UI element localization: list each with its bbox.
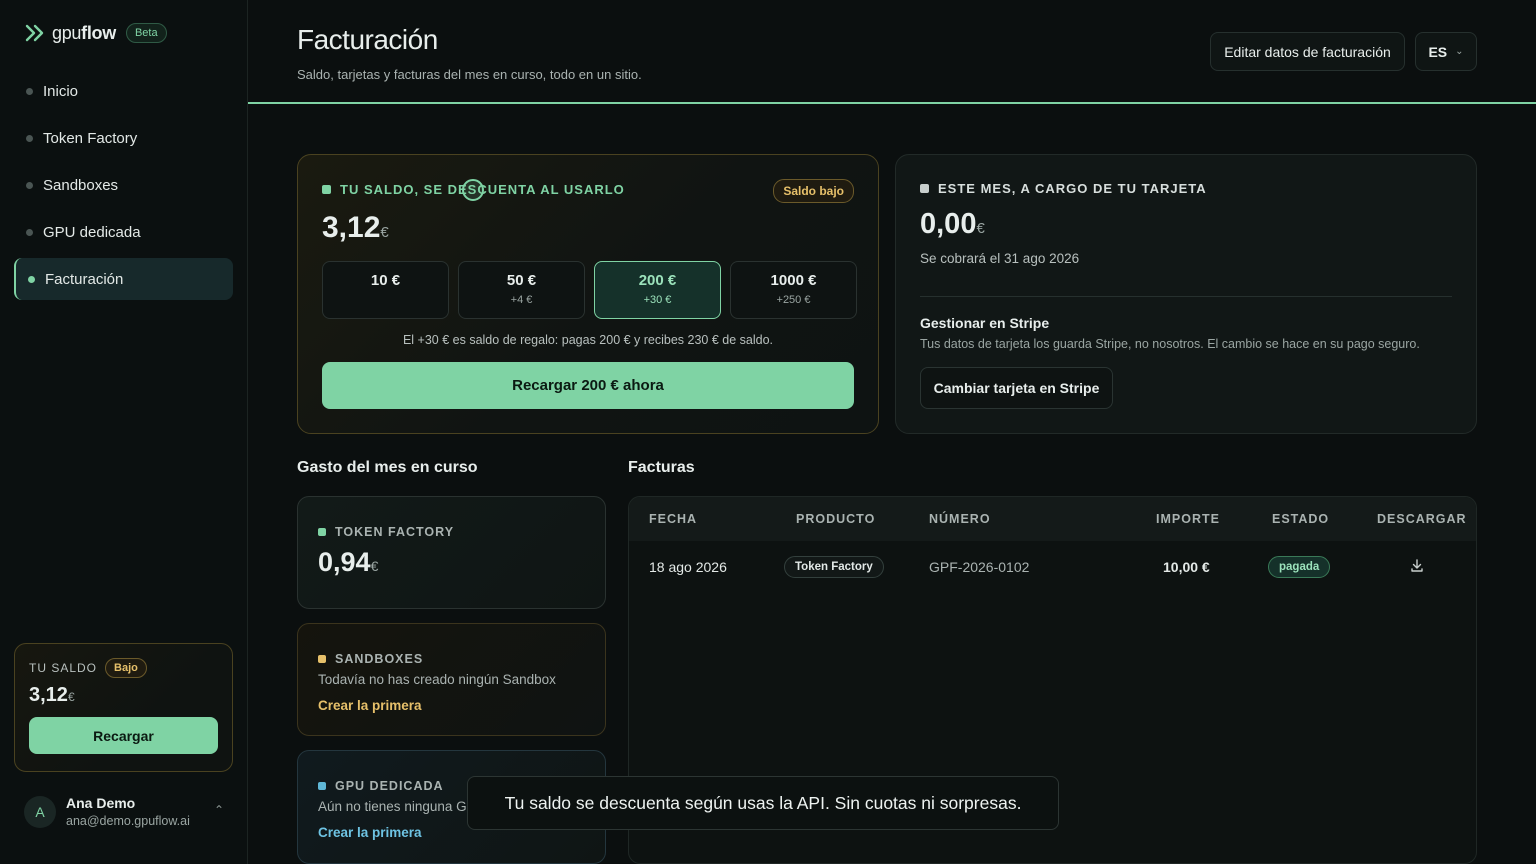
token-factory-indicator (318, 528, 326, 536)
stripe-title: Gestionar en Stripe (920, 315, 1050, 331)
card-charges-card: ESTE MES, A CARGO DE TU TARJETA 0,00€ Se… (895, 154, 1477, 434)
sidebar-nav: Inicio Token Factory Sandboxes GPU dedic… (14, 70, 233, 305)
spend-label: SANDBOXES (335, 652, 424, 666)
sidebar-item-label: Facturación (45, 270, 124, 288)
sidebar-item-inicio[interactable]: Inicio (14, 70, 233, 112)
sidebar-item-token-factory[interactable]: Token Factory (14, 117, 233, 159)
user-name: Ana Demo (66, 795, 136, 811)
gpu-indicator (318, 782, 326, 790)
balance-indicator (322, 185, 331, 194)
invoice-date: 18 ago 2026 (649, 559, 727, 575)
recharge-option-1000[interactable]: 1000 € +250 € (730, 261, 857, 319)
spend-section-title: Gasto del mes en curso (297, 459, 478, 476)
column-header: PRODUCTO (796, 512, 876, 526)
nav-dot (28, 275, 35, 283)
recharge-option-200[interactable]: 200 € +30 € (594, 261, 721, 319)
nav-dot (26, 134, 33, 142)
column-header: DESCARGAR (1377, 512, 1467, 526)
user-menu[interactable]: A Ana Demo ana@demo.gpuflow.ai ⌃ (24, 795, 224, 828)
sidebar-item-label: Sandboxes (43, 176, 119, 194)
option-bonus: +30 € (643, 294, 672, 306)
beta-badge: Beta (125, 23, 167, 43)
option-bonus: +4 € (510, 294, 533, 306)
chevron-down-icon: ⌄ (1455, 46, 1464, 57)
nav-dot (26, 87, 33, 95)
column-header: ESTADO (1272, 512, 1330, 526)
sidebar: gpuflow Beta Inicio Token Factory Sandbo… (0, 0, 248, 864)
brand-name: gpuflow (52, 22, 116, 43)
sidebar-item-facturacion[interactable]: Facturación (14, 258, 233, 300)
invoice-amount: 10,00 € (1163, 559, 1210, 575)
recharge-option-50[interactable]: 50 € +4 € (458, 261, 585, 319)
page-title: Facturación (297, 24, 438, 55)
recharge-option-10[interactable]: 10 € (322, 261, 449, 319)
empty-state-text: Todavía no has creado ningún Sandbox (318, 672, 556, 687)
spend-amount: 0,94€ (318, 547, 379, 577)
sidebar-balance-card: TU SALDO Bajo 3,12€ Recargar (14, 643, 233, 772)
sandboxes-indicator (318, 655, 326, 663)
brand-logo[interactable]: gpuflow Beta (24, 22, 167, 44)
product-badge: Token Factory (784, 556, 884, 578)
invoices-section-title: Facturas (628, 459, 695, 476)
low-balance-badge: Saldo bajo (773, 179, 854, 203)
divider (920, 296, 1452, 297)
sidebar-recharge-button[interactable]: Recargar (29, 717, 218, 754)
sidebar-item-sandboxes[interactable]: Sandboxes (14, 164, 233, 206)
edit-billing-button[interactable]: Editar datos de facturación (1210, 32, 1405, 71)
download-icon[interactable] (1410, 558, 1424, 574)
create-gpu-link[interactable]: Crear la primera (318, 825, 422, 840)
column-header: FECHA (649, 512, 698, 526)
language-select[interactable]: ES ⌄ (1415, 32, 1477, 71)
sidebar-item-label: GPU dedicada (43, 223, 141, 241)
stripe-description: Tus datos de tarjeta los guarda Stripe, … (920, 337, 1420, 351)
cursor-indicator (462, 179, 484, 201)
table-header: FECHA PRODUCTO NÚMERO IMPORTE ESTADO DES… (629, 497, 1476, 541)
avatar: A (24, 795, 56, 828)
option-value: 50 € (506, 272, 537, 289)
sidebar-balance-label: TU SALDO (29, 661, 98, 675)
table-row[interactable]: 18 ago 2026 Token Factory GPF-2026-0102 … (629, 541, 1476, 593)
double-chevron-right-icon (25, 24, 44, 42)
chevron-up-icon: ⌃ (213, 803, 224, 817)
page-subtitle: Saldo, tarjetas y facturas del mes en cu… (297, 67, 642, 82)
option-bonus: +250 € (776, 294, 811, 306)
sidebar-item-label: Inicio (43, 82, 79, 100)
create-sandbox-link[interactable]: Crear la primera (318, 698, 422, 713)
empty-state-text: Aún no tienes ninguna GPU (318, 799, 486, 814)
spend-card-sandboxes: SANDBOXES Todavía no has creado ningún S… (297, 623, 606, 736)
invoice-number: GPF-2026-0102 (929, 559, 1030, 575)
low-balance-badge: Bajo (105, 658, 147, 678)
change-card-stripe-button[interactable]: Cambiar tarjeta en Stripe (920, 367, 1113, 409)
spend-card-token-factory: TOKEN FACTORY 0,94€ (297, 496, 606, 609)
card-charges-heading: ESTE MES, A CARGO DE TU TARJETA (938, 181, 1207, 196)
bonus-note: El +30 € es saldo de regalo: pagas 200 €… (402, 333, 774, 347)
card-indicator (920, 184, 929, 193)
nav-dot (26, 228, 33, 236)
language-value: ES (1428, 43, 1448, 60)
page-header: Facturación Saldo, tarjetas y facturas d… (248, 0, 1536, 104)
option-value: 10 € (370, 272, 401, 289)
option-value: 1000 € (770, 272, 817, 289)
user-email: ana@demo.gpuflow.ai (66, 814, 190, 828)
sidebar-item-label: Token Factory (43, 129, 138, 147)
option-value: 200 € (638, 272, 677, 289)
sidebar-item-gpu-dedicada[interactable]: GPU dedicada (14, 211, 233, 253)
spend-label: TOKEN FACTORY (335, 525, 455, 539)
column-header: IMPORTE (1156, 512, 1220, 526)
recharge-options: 10 € 50 € +4 € 200 € +30 € 1000 € +250 € (322, 261, 857, 319)
sidebar-balance-amount: 3,12€ (29, 684, 75, 706)
spend-label: GPU DEDICADA (335, 779, 444, 793)
column-header: NÚMERO (929, 512, 991, 526)
toast-notification: Tu saldo se descuenta según usas la API.… (467, 776, 1059, 830)
charge-date: Se cobrará el 31 ago 2026 (920, 251, 1080, 266)
card-charges-amount: 0,00€ (920, 208, 985, 240)
recharge-now-button[interactable]: Recargar 200 € ahora (322, 362, 854, 409)
nav-dot (26, 181, 33, 189)
balance-card: TU SALDO, SE DESCUENTA AL USARLO Saldo b… (297, 154, 879, 434)
balance-amount: 3,12€ (322, 211, 389, 244)
status-badge: pagada (1268, 556, 1331, 578)
